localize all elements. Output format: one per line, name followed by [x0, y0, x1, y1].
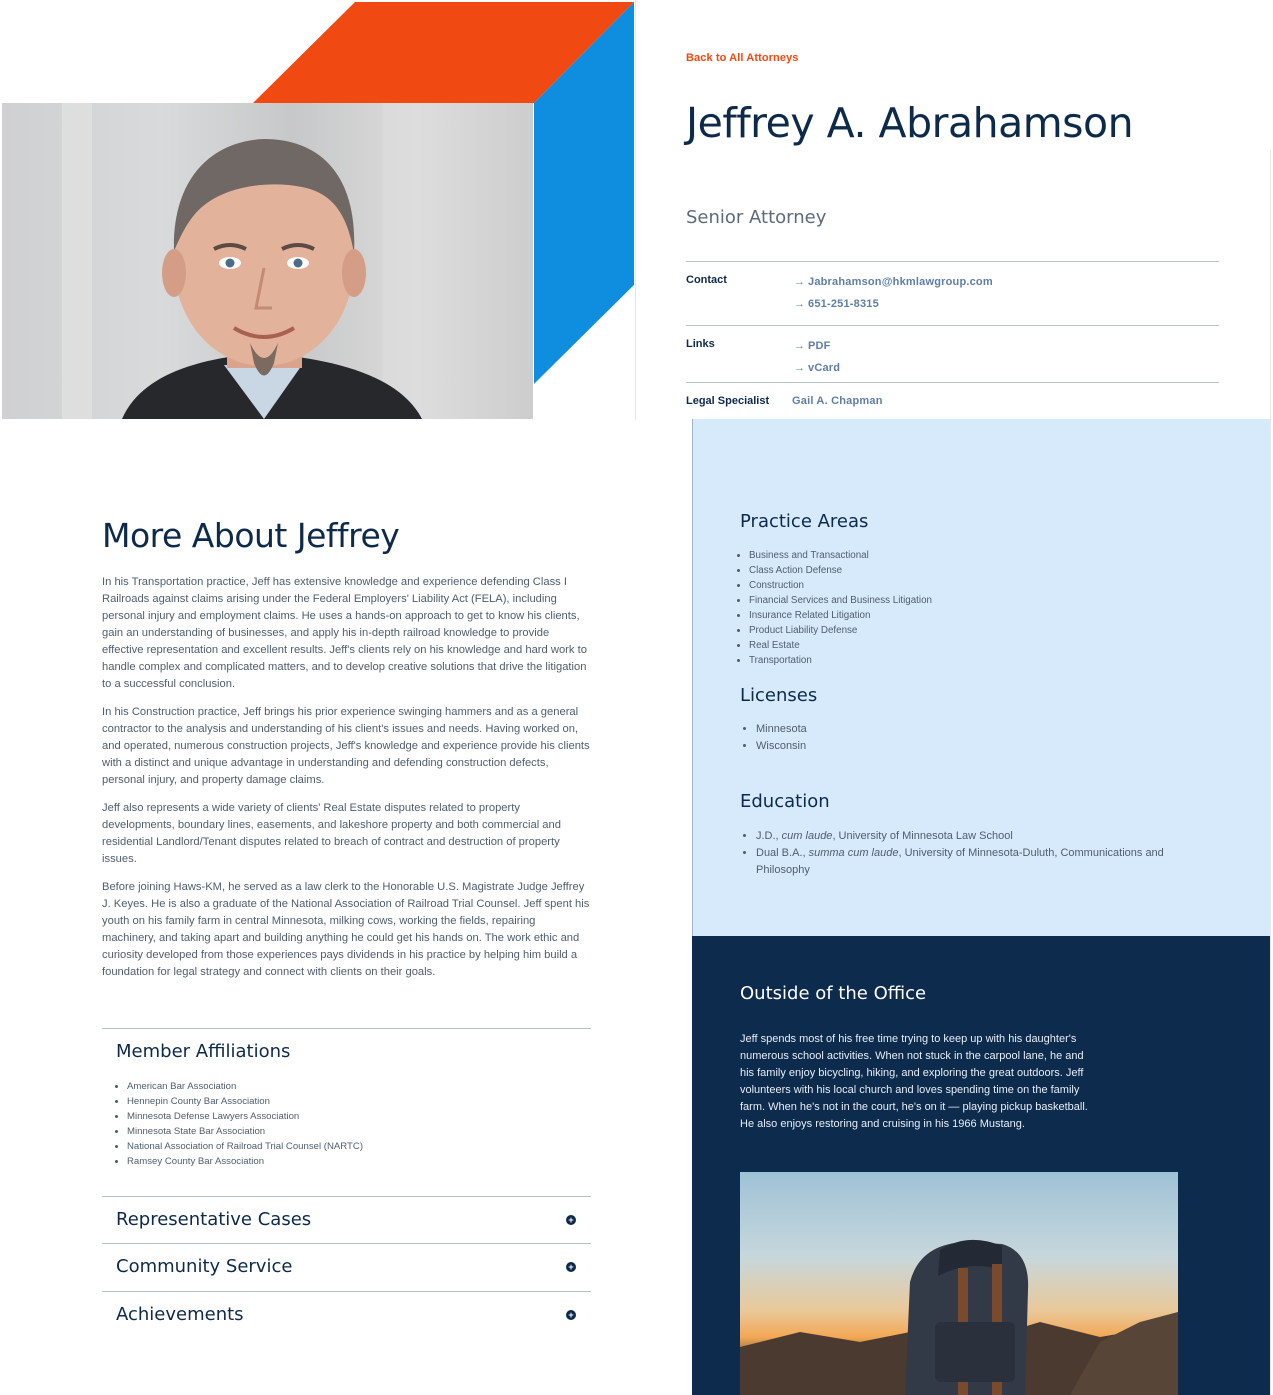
email-link[interactable]: → Jabrahamson@hkmlawgroup.com [794, 276, 993, 288]
info-divider [686, 261, 1219, 262]
list-item: American Bar Association [127, 1079, 363, 1094]
education-list: J.D., cum laude, University of Minnesota… [738, 828, 1196, 879]
bio-paragraph: In his Transportation practice, Jeff has… [102, 576, 587, 690]
school: , University of Minnesota Law School [832, 830, 1013, 842]
legal-specialist-name[interactable]: Gail A. Chapman [792, 395, 883, 407]
list-item: Product Liability Defense [749, 623, 932, 638]
hero-divider [635, 0, 636, 420]
legal-specialist-label: Legal Specialist [686, 395, 770, 407]
phone-link[interactable]: → 651-251-8315 [794, 298, 879, 310]
list-item: Construction [749, 578, 932, 593]
list-item: Minnesota [756, 721, 807, 738]
licenses-list: Minnesota Wisconsin [738, 721, 807, 755]
accordion-achievements[interactable]: Achievements + [102, 1292, 591, 1339]
accordion-label: Achievements [116, 1304, 244, 1325]
licenses-heading: Licenses [740, 685, 818, 706]
list-item: National Association of Railroad Trial C… [127, 1139, 363, 1154]
member-affiliations-heading: Member Affiliations [116, 1041, 291, 1062]
list-item: J.D., cum laude, University of Minnesota… [756, 828, 1196, 845]
vcard-text: vCard [808, 362, 841, 374]
bio-paragraph: In his Construction practice, Jeff bring… [102, 706, 590, 786]
list-item: Dual B.A., summa cum laude, University o… [756, 845, 1196, 879]
phone-text: 651-251-8315 [808, 298, 879, 310]
outside-office-heading: Outside of the Office [740, 983, 927, 1004]
page-edge [1270, 150, 1271, 1395]
accordion-representative-cases[interactable]: Representative Cases + [102, 1197, 591, 1244]
bio-paragraph: Before joining Haws-KM, he served as a l… [102, 881, 590, 978]
list-item: Minnesota Defense Lawyers Association [127, 1109, 363, 1124]
degree: Dual B.A., [756, 847, 809, 859]
attorney-name: Jeffrey A. Abrahamson [686, 99, 1134, 147]
honor: cum laude [781, 830, 833, 842]
accordion-label: Representative Cases [116, 1209, 312, 1230]
list-item: Ramsey County Bar Association [127, 1154, 363, 1169]
contact-label: Contact [686, 274, 727, 286]
attorney-photo [2, 103, 533, 419]
list-item: Wisconsin [756, 738, 807, 755]
plus-icon[interactable]: + [566, 1310, 576, 1320]
email-text: Jabrahamson@hkmlawgroup.com [808, 276, 993, 288]
list-item: Class Action Defense [749, 563, 932, 578]
list-item: Real Estate [749, 638, 932, 653]
plus-icon[interactable]: + [566, 1215, 576, 1225]
arrow-right-icon: → [794, 276, 806, 288]
affiliations-list: American Bar Association Hennepin County… [108, 1079, 363, 1169]
list-item: Minnesota State Bar Association [127, 1124, 363, 1139]
education-heading: Education [740, 791, 830, 812]
outside-office-text: Jeff spends most of his free time trying… [740, 1033, 1088, 1130]
back-to-attorneys-link[interactable]: Back to All Attorneys [686, 52, 799, 64]
plus-icon[interactable]: + [566, 1262, 576, 1272]
accordion-community-service[interactable]: Community Service + [102, 1244, 591, 1291]
links-label: Links [686, 338, 715, 350]
arrow-right-icon: → [794, 298, 806, 310]
accordion-label: Community Service [116, 1256, 293, 1277]
backpack-photo [740, 1172, 1178, 1395]
info-divider [686, 382, 1219, 383]
section-divider [102, 1028, 591, 1029]
practice-areas-heading: Practice Areas [740, 511, 869, 532]
more-about-heading: More About Jeffrey [102, 516, 400, 555]
pdf-link[interactable]: → PDF [794, 340, 831, 352]
bio-text: In his Transportation practice, Jeff has… [102, 574, 592, 992]
arrow-right-icon: → [794, 362, 806, 374]
pdf-text: PDF [808, 340, 831, 352]
info-divider [686, 325, 1219, 326]
list-item: Insurance Related Litigation [749, 608, 932, 623]
list-item: Hennepin County Bar Association [127, 1094, 363, 1109]
vcard-link[interactable]: → vCard [794, 362, 840, 374]
bio-paragraph: Jeff also represents a wide variety of c… [102, 802, 561, 865]
list-item: Transportation [749, 653, 932, 668]
arrow-right-icon: → [794, 340, 806, 352]
honor: summa cum laude [808, 847, 899, 859]
list-item: Financial Services and Business Litigati… [749, 593, 932, 608]
practice-areas-list: Business and Transactional Class Action … [731, 548, 932, 668]
attorney-title: Senior Attorney [686, 207, 827, 228]
degree: J.D., [756, 830, 782, 842]
list-item: Business and Transactional [749, 548, 932, 563]
